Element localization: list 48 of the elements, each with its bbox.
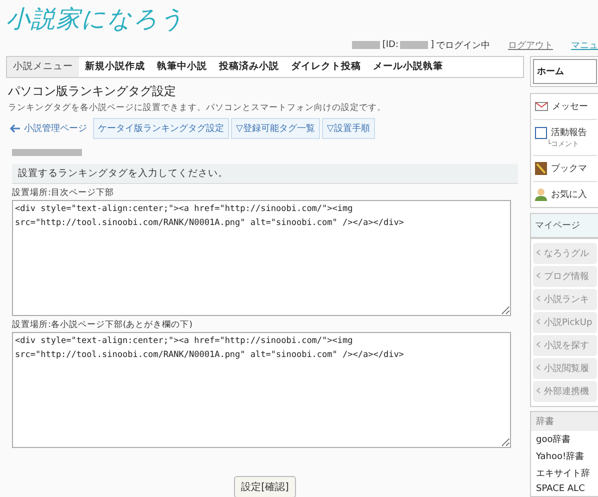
chevron-left-icon (536, 387, 541, 394)
page-title: パソコン版ランキングタグ設定 (8, 83, 177, 100)
field-label: 設置場所:目次ページ下部 (12, 187, 115, 199)
menu-tab[interactable]: メール小説執筆 (367, 57, 449, 77)
menu-tab[interactable]: ダイレクト投稿 (285, 57, 367, 77)
chevron-left-icon (536, 364, 541, 371)
redacted-text (12, 149, 82, 156)
page-description: ランキングタグを各小説ページに設置できます。パソコンとスマートフォン向けの設定です。 (8, 102, 387, 114)
field-label: 設置場所:各小説ページ下部(あとがき欄の下) (12, 319, 194, 331)
sub-tab-link[interactable]: ▽登録可能タグ一覧 (231, 118, 320, 139)
sidebar-link[interactable]: 活動報告 (551, 126, 587, 139)
dictionary-link[interactable]: Yahoo!辞書 (531, 448, 598, 465)
mypage-heading: マイページ (530, 213, 598, 238)
chevron-left-icon (536, 318, 541, 325)
left-arrow-icon (10, 124, 21, 133)
home-link[interactable]: ホーム (533, 59, 597, 84)
chevron-left-icon (536, 341, 541, 348)
dictionary-heading: 辞書 (531, 412, 598, 431)
sidebar-link[interactable]: ブックマ (551, 162, 587, 175)
dictionary-link[interactable]: エキサイト辞 (531, 465, 598, 482)
menu-tab[interactable]: 小説メニュー (7, 57, 79, 77)
envelope-icon (535, 102, 548, 111)
sub-tab-link[interactable]: ▽設置手順 (322, 118, 375, 139)
redacted-id (400, 41, 428, 49)
login-status: でログイン中 (436, 40, 490, 52)
tag-textarea[interactable]: <div style="text-align:center;"><a href="http://sinoobi.com/"><img src="http://tool.sinoobi.com/RANK/N0001A.png" alt="sinoobi.com" /></a></div> (12, 200, 511, 316)
tag-textarea[interactable]: <div style="text-align:center;"><a href="http://sinoobi.com/"><img src="http://tool.sinoobi.com/RANK/N0001A.png" alt="sinoobi.com" /></a></div> (12, 332, 511, 448)
menu-tab[interactable]: 新規小説作成 (79, 57, 151, 77)
sidebar-link[interactable]: メッセー (552, 100, 588, 113)
sidebar-link[interactable]: お気に入 (551, 188, 587, 201)
chevron-left-icon (536, 249, 541, 256)
person-icon (535, 188, 547, 201)
activity-icon (535, 126, 547, 138)
back-link[interactable]: 小説管理ページ (6, 122, 91, 135)
id-label: ] (430, 40, 434, 50)
chevron-left-icon (536, 295, 541, 302)
id-label: [ID: (382, 40, 398, 50)
header-link[interactable]: ログアウト (508, 38, 553, 52)
redacted-username (352, 41, 380, 49)
submit-button[interactable]: 設定[確認] (234, 476, 296, 497)
sub-tab-link[interactable]: ケータイ版ランキングタグ設定 (93, 118, 229, 139)
section-heading: 設置するランキングタグを入力してください。 (12, 164, 518, 184)
dictionary-link[interactable]: goo辞書 (531, 431, 598, 448)
bookmark-icon (535, 162, 547, 175)
menu-tab[interactable]: 執筆中小説 (151, 57, 213, 77)
chevron-left-icon (536, 272, 541, 279)
menu-tab[interactable]: 投稿済み小説 (213, 57, 285, 77)
dictionary-link[interactable]: SPACE ALC (531, 482, 598, 496)
